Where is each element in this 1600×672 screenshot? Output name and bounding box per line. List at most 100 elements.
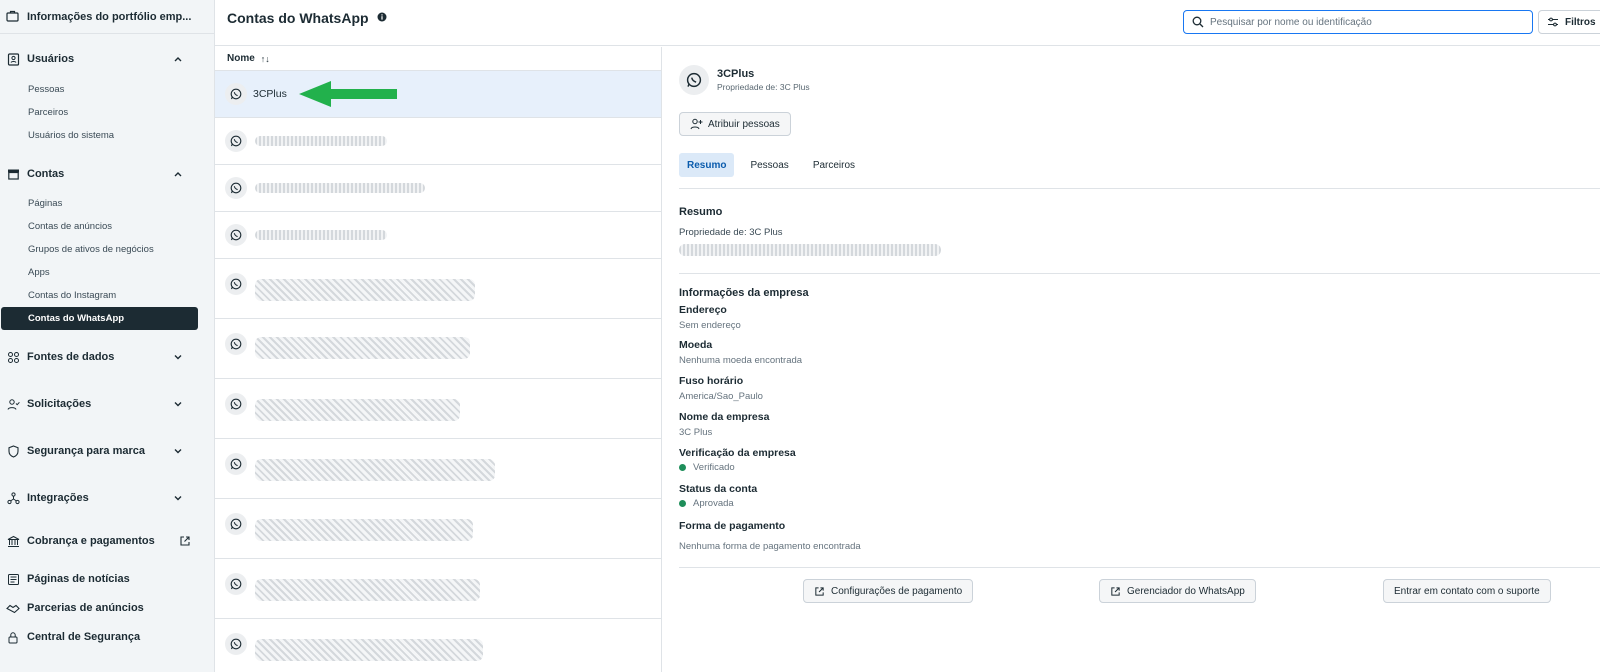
list-item[interactable] <box>215 165 661 212</box>
sort-icon[interactable]: ↑↓ <box>261 54 270 64</box>
summary-title: Resumo <box>679 206 723 218</box>
sidebar-section-accounts[interactable]: Contas <box>0 163 214 185</box>
sidebar-item-parceiros[interactable]: Parceiros <box>0 101 214 124</box>
sidebar-item-security-center[interactable]: Central de Segurança <box>0 626 214 648</box>
sidebar-section-requests[interactable]: Solicitações <box>0 393 214 415</box>
sidebar-item-news-pages[interactable]: Páginas de notícias <box>0 568 214 590</box>
column-name-label: Nome <box>227 53 255 64</box>
sidebar-item-ad-partnerships[interactable]: Parcerias de anúncios <box>0 597 214 619</box>
integrations-icon <box>6 491 20 505</box>
sidebar-section-label: Usuários <box>27 53 75 65</box>
tab-summary[interactable]: Resumo <box>679 153 735 177</box>
redacted-id <box>679 244 941 256</box>
tab-partners[interactable]: Parceiros <box>805 153 863 177</box>
whatsapp-icon <box>225 513 247 535</box>
sidebar-item-label: Cobrança e pagamentos <box>27 535 155 547</box>
whatsapp-icon <box>225 633 247 655</box>
whatsapp-icon <box>225 224 247 246</box>
filters-button[interactable]: Filtros <box>1538 10 1600 34</box>
sidebar-item-instagram-accounts[interactable]: Contas do Instagram <box>0 284 214 307</box>
list-item[interactable] <box>215 379 661 439</box>
sidebar-item-label: Páginas de notícias <box>27 573 130 585</box>
whatsapp-icon <box>225 130 247 152</box>
business-verification-value: Verificado <box>679 462 735 473</box>
account-status-value: Aprovada <box>679 498 734 509</box>
verification-status: Verificado <box>693 462 735 473</box>
account-summary-header: 3CPlus Propriedade de: 3C Plus <box>679 65 810 95</box>
search-box[interactable] <box>1183 10 1533 34</box>
sidebar-item-ad-accounts[interactable]: Contas de anúncios <box>0 215 214 238</box>
external-link-icon[interactable] <box>179 535 191 547</box>
sidebar-section-label: Integrações <box>27 492 89 504</box>
redacted-name <box>255 519 473 541</box>
redacted-name <box>255 183 425 193</box>
payment-method-label: Forma de pagamento <box>679 520 786 532</box>
add-person-icon <box>690 118 703 130</box>
redacted-name <box>255 337 470 359</box>
sidebar-section-brand-safety[interactable]: Segurança para marca <box>0 440 214 462</box>
sidebar-section-users[interactable]: Usuários <box>0 48 214 70</box>
address-label: Endereço <box>679 304 727 316</box>
chevron-up-icon[interactable] <box>172 53 184 65</box>
payment-settings-label: Configurações de pagamento <box>831 585 963 597</box>
list-column-header[interactable]: Nome ↑↓ <box>215 47 661 71</box>
list-item[interactable] <box>215 118 661 165</box>
whatsapp-manager-button[interactable]: Gerenciador do WhatsApp <box>1099 579 1256 603</box>
list-item[interactable] <box>215 212 661 259</box>
redacted-name <box>255 230 387 240</box>
sidebar-item-whatsapp-accounts[interactable]: Contas do WhatsApp <box>1 307 198 330</box>
sidebar-section-integrations[interactable]: Integrações <box>0 487 214 509</box>
contact-support-label: Entrar em contato com o suporte <box>1394 585 1540 597</box>
chevron-down-icon[interactable] <box>172 445 184 457</box>
assign-people-label: Atribuir pessoas <box>708 118 780 130</box>
assign-people-button[interactable]: Atribuir pessoas <box>679 112 791 136</box>
summary-owner: Propriedade de: 3C Plus <box>679 227 783 238</box>
list-item[interactable] <box>215 499 661 559</box>
list-item[interactable]: 3CPlus <box>215 71 661 118</box>
sidebar-item-pages[interactable]: Páginas <box>0 192 214 215</box>
sidebar-item-business-asset-groups[interactable]: Grupos de ativos de negócios <box>0 238 214 261</box>
chevron-down-icon[interactable] <box>172 398 184 410</box>
search-input[interactable] <box>1210 16 1510 28</box>
status-dot <box>679 463 686 471</box>
whatsapp-icon <box>225 453 247 475</box>
data-sources-icon <box>6 350 20 364</box>
filters-label: Filtros <box>1565 16 1596 28</box>
info-icon[interactable] <box>377 12 387 22</box>
shield-icon <box>6 444 20 458</box>
redacted-name <box>255 459 495 481</box>
sidebar-item-apps[interactable]: Apps <box>0 261 214 284</box>
payment-settings-button[interactable]: Configurações de pagamento <box>803 579 974 603</box>
list-item[interactable] <box>215 259 661 319</box>
address-value: Sem endereço <box>679 320 741 331</box>
chevron-down-icon[interactable] <box>172 492 184 504</box>
external-link-icon <box>815 586 824 596</box>
account-detail-panel: 3CPlus Propriedade de: 3C Plus Atribuir … <box>663 47 1600 672</box>
accounts-list: Nome ↑↓ 3CPlus <box>215 47 662 672</box>
sidebar-item-billing[interactable]: Cobrança e pagamentos <box>0 530 214 552</box>
sidebar-item-system-users[interactable]: Usuários do sistema <box>0 124 214 147</box>
sidebar-item-portfolio-info[interactable]: Informações do portfólio emp... <box>0 0 214 34</box>
sidebar-item-label: Informações do portfólio emp... <box>27 10 192 23</box>
sidebar-section-data-sources[interactable]: Fontes de dados <box>0 346 214 368</box>
list-item[interactable] <box>215 619 661 672</box>
sidebar-item-pessoas[interactable]: Pessoas <box>0 78 214 101</box>
timezone-label: Fuso horário <box>679 375 744 387</box>
bank-icon <box>6 534 20 548</box>
chevron-up-icon[interactable] <box>172 168 184 180</box>
contact-support-button[interactable]: Entrar em contato com o suporte <box>1383 579 1551 603</box>
whatsapp-icon <box>225 273 247 295</box>
id-card-icon <box>6 52 20 66</box>
whatsapp-manager-label: Gerenciador do WhatsApp <box>1127 585 1245 597</box>
divider <box>679 567 1600 568</box>
account-status: Aprovada <box>693 498 734 509</box>
sidebar-item-label: Parcerias de anúncios <box>27 602 144 614</box>
list-item[interactable] <box>215 319 661 379</box>
person-check-icon <box>6 397 20 411</box>
list-item[interactable] <box>215 559 661 619</box>
tab-people[interactable]: Pessoas <box>742 153 796 177</box>
list-item[interactable] <box>215 439 661 499</box>
green-arrow-annotation <box>299 81 397 107</box>
chevron-down-icon[interactable] <box>172 351 184 363</box>
whatsapp-icon <box>225 177 247 199</box>
